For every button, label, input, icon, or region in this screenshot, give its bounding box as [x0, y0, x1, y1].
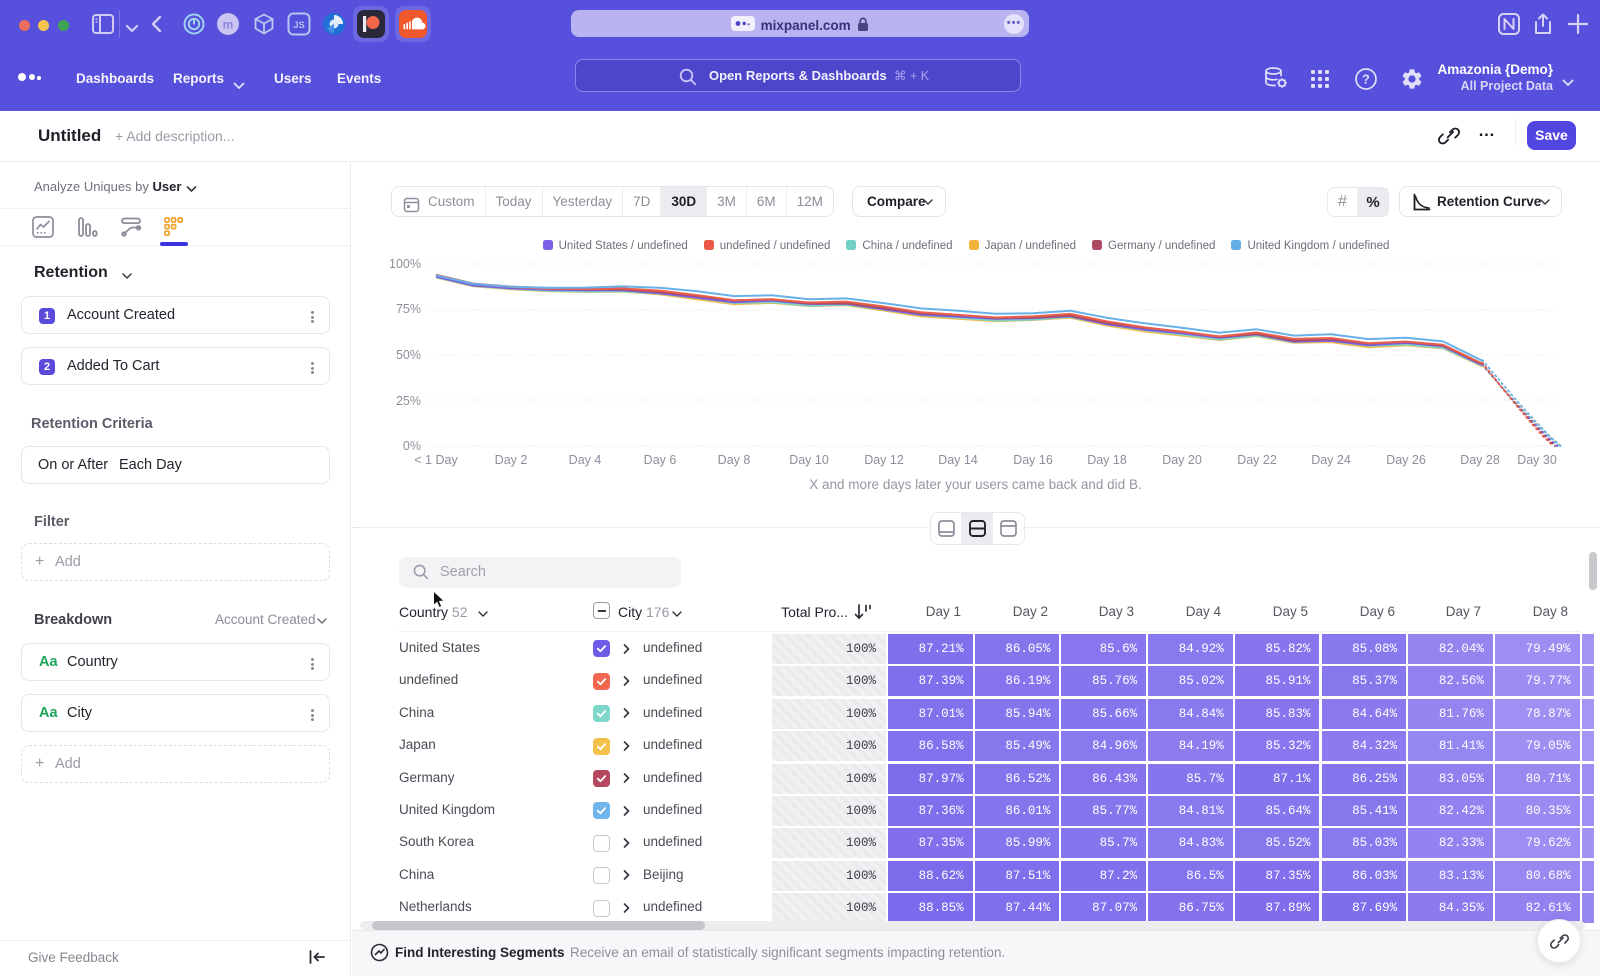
svg-text:m: m — [223, 18, 234, 32]
svg-text:JS: JS — [293, 20, 305, 31]
